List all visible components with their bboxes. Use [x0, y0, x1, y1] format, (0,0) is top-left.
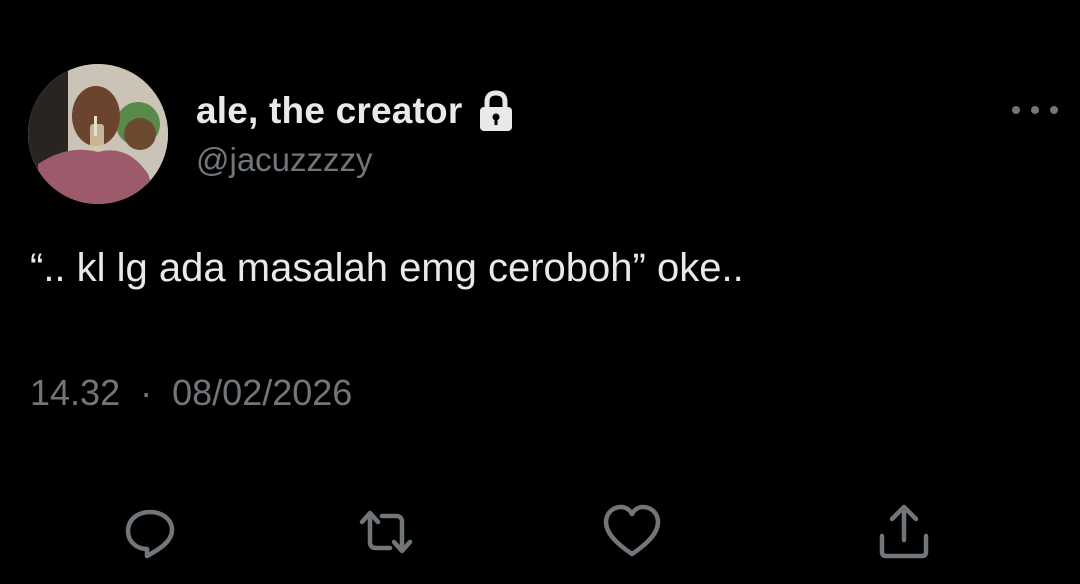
- more-dot: [1050, 106, 1058, 114]
- lock-icon: [476, 89, 516, 133]
- heart-icon: [603, 504, 661, 557]
- share-button[interactable]: [874, 502, 934, 562]
- share-icon: [879, 504, 929, 559]
- retweet-icon: [359, 510, 413, 554]
- tweet-time[interactable]: 14.32: [30, 372, 120, 413]
- author-row: ale, the creator: [196, 86, 516, 136]
- reply-icon: [125, 509, 175, 559]
- more-dot: [1031, 106, 1039, 114]
- retweet-button[interactable]: [356, 502, 416, 562]
- tweet-date[interactable]: 08/02/2026: [172, 372, 352, 413]
- handle[interactable]: @jacuzzzzy: [196, 141, 373, 179]
- avatar-photo: [28, 64, 168, 204]
- more-horizontal-icon[interactable]: [1012, 100, 1058, 120]
- like-button[interactable]: [602, 502, 662, 562]
- more-dot: [1012, 106, 1020, 114]
- tweet-text: “.. kl lg ada masalah emg ceroboh” oke..: [30, 246, 744, 290]
- reply-button[interactable]: [120, 502, 180, 562]
- tweet-meta: 14.32 · 08/02/2026: [30, 372, 352, 414]
- display-name[interactable]: ale, the creator: [196, 90, 462, 132]
- avatar[interactable]: [28, 64, 168, 204]
- meta-separator: ·: [140, 372, 153, 413]
- tweet: ale, the creator @jacuzzzzy “.. kl lg ad…: [0, 0, 1080, 584]
